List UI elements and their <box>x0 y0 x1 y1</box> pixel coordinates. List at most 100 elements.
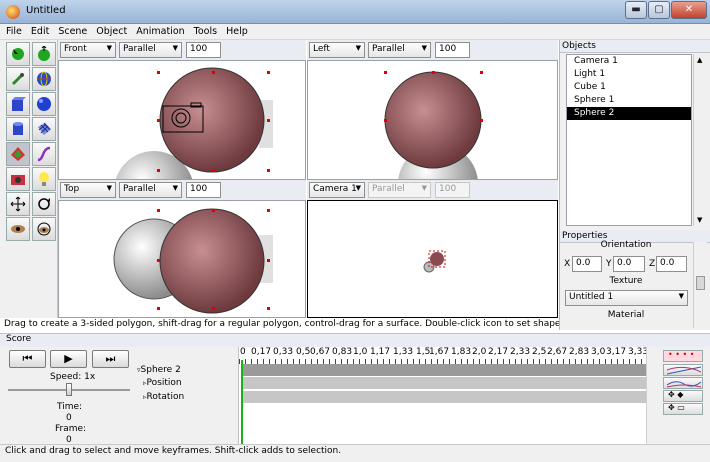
keyframe-dots-button[interactable]: • • • • <box>663 350 703 362</box>
front-projection-select[interactable]: Parallel ▼ <box>119 42 182 58</box>
selection-handle[interactable] <box>480 71 483 74</box>
menu-animation[interactable]: Animation <box>130 24 187 37</box>
cube-tool-button[interactable] <box>6 92 30 116</box>
selection-handle[interactable] <box>157 259 160 262</box>
keyframe-scale-button[interactable]: ✥ ▭ <box>663 403 703 415</box>
maximize-button[interactable]: ▢ <box>648 1 670 19</box>
menu-help[interactable]: Help <box>220 24 251 37</box>
front-viewport[interactable] <box>58 60 306 180</box>
menu-edit[interactable]: Edit <box>25 24 52 37</box>
cylinder-tool-button[interactable] <box>6 117 30 141</box>
curve-tool-button[interactable] <box>32 142 56 166</box>
selection-handle[interactable] <box>212 71 215 74</box>
object-item-cube-1[interactable]: Cube 1 <box>567 81 691 94</box>
track-bar-sphere-2[interactable] <box>241 364 646 376</box>
selection-handle[interactable] <box>384 71 387 74</box>
eyedropper-tool-button[interactable] <box>6 67 30 91</box>
front-view-select[interactable]: Front ▼ <box>60 42 116 58</box>
globe-tool-button[interactable] <box>32 67 56 91</box>
menu-scene[interactable]: Scene <box>52 24 90 37</box>
left-projection-select[interactable]: Parallel ▼ <box>368 42 431 58</box>
playhead[interactable] <box>241 360 243 444</box>
properties-scroll-thumb[interactable] <box>696 276 705 290</box>
top-zoom-field[interactable]: 100 <box>186 182 221 198</box>
selection-handle[interactable] <box>384 119 387 122</box>
top-viewport[interactable] <box>58 200 306 318</box>
track-bar-position[interactable] <box>241 377 646 389</box>
object-item-sphere-2[interactable]: Sphere 2 <box>567 107 691 120</box>
play-button[interactable]: ▶ <box>50 350 87 368</box>
selection-handle[interactable] <box>157 119 160 122</box>
track-rotation[interactable]: ▹Rotation <box>143 392 184 402</box>
selection-handle[interactable] <box>157 307 160 310</box>
front-zoom-field[interactable]: 100 <box>186 42 221 58</box>
track-sphere-2[interactable]: ▿Sphere 2 <box>137 365 181 375</box>
menu-file[interactable]: File <box>0 24 25 37</box>
selection-handle[interactable] <box>267 119 270 122</box>
camera-tool-button[interactable] <box>6 167 30 191</box>
orientation-x-field[interactable]: 0.0 <box>572 256 602 272</box>
orientation-y-field[interactable]: 0.0 <box>613 256 645 272</box>
scroll-up-icon[interactable]: ▲ <box>697 56 702 64</box>
object-item-sphere-1[interactable]: Sphere 1 <box>567 94 691 107</box>
curve-linear-button[interactable] <box>663 364 703 376</box>
top-projection-select[interactable]: Parallel ▼ <box>119 182 182 198</box>
curve-smooth-button[interactable] <box>663 377 703 389</box>
properties-scrollbar[interactable] <box>693 242 707 328</box>
camera-viewport[interactable] <box>307 200 558 318</box>
left-zoom-field[interactable]: 100 <box>435 42 470 58</box>
front-viewport-header: Front ▼ Parallel ▼ 100 <box>58 40 306 60</box>
speed-slider-thumb[interactable] <box>66 383 72 396</box>
camera-view-select[interactable]: Camera 1 ▼ <box>309 182 365 198</box>
menu-tools[interactable]: Tools <box>188 24 220 37</box>
pan-tool-button[interactable] <box>6 192 30 216</box>
grid-tool-button[interactable] <box>32 117 56 141</box>
track-bar-rotation[interactable] <box>241 391 646 403</box>
selection-handle[interactable] <box>212 169 215 172</box>
timeline-scrollbar[interactable] <box>646 347 661 444</box>
viewport-status-text: Drag to create a 3-sided polygon, shift-… <box>4 319 559 329</box>
selection-handle[interactable] <box>157 169 160 172</box>
orbit-eye-button[interactable] <box>32 217 56 241</box>
selection-handle[interactable] <box>267 209 270 212</box>
menu-object[interactable]: Object <box>90 24 130 37</box>
orientation-z-field[interactable]: 0.0 <box>656 256 687 272</box>
texture-select[interactable]: Untitled 1 ▼ <box>565 290 688 306</box>
selection-handle[interactable] <box>267 169 270 172</box>
eye-icon <box>11 225 25 233</box>
polygon-tool-button[interactable] <box>6 142 30 166</box>
selection-handle[interactable] <box>267 307 270 310</box>
keyframe-move-button[interactable]: ✥ ◆ <box>663 390 703 402</box>
rewind-button[interactable]: ⏮ <box>9 350 46 368</box>
sphere-tool-button[interactable] <box>32 92 56 116</box>
selection-handle[interactable] <box>432 71 435 74</box>
selection-handle[interactable] <box>212 209 215 212</box>
selection-handle[interactable] <box>267 259 270 262</box>
selection-handle[interactable] <box>267 71 270 74</box>
top-view-select[interactable]: Top ▼ <box>60 182 116 198</box>
timeline[interactable]: 0 0,17 0,33 0,5 0,67 0,83 1,0 1,17 1,33 … <box>238 347 661 444</box>
chevron-down-icon: ▼ <box>355 44 361 52</box>
grid-surface-icon <box>38 122 51 135</box>
scroll-down-icon[interactable]: ▼ <box>697 216 702 224</box>
chevron-down-icon: ▼ <box>172 44 178 52</box>
end-button[interactable]: ⏭ <box>92 350 129 368</box>
select-tool-button[interactable] <box>6 42 30 66</box>
objects-scrollbar[interactable]: ▲ ▼ <box>693 54 707 226</box>
object-item-light-1[interactable]: Light 1 <box>567 68 691 81</box>
move-tool-button[interactable] <box>32 42 56 66</box>
track-position[interactable]: ▹Position <box>143 378 182 388</box>
left-viewport[interactable] <box>307 60 558 180</box>
rotate-tool-button[interactable] <box>32 192 56 216</box>
object-item-camera-1[interactable]: Camera 1 <box>567 55 691 68</box>
minimize-button[interactable]: ▬ <box>625 1 647 19</box>
light-tool-button[interactable] <box>32 167 56 191</box>
close-button[interactable]: ✕ <box>671 1 707 19</box>
selection-handle[interactable] <box>157 71 160 74</box>
selection-handle[interactable] <box>480 119 483 122</box>
view-eye-button[interactable] <box>6 217 30 241</box>
left-view-select[interactable]: Left ▼ <box>309 42 365 58</box>
selection-handle[interactable] <box>212 307 215 310</box>
camera-projection-value: Parallel <box>372 184 405 194</box>
selection-handle[interactable] <box>157 209 160 212</box>
